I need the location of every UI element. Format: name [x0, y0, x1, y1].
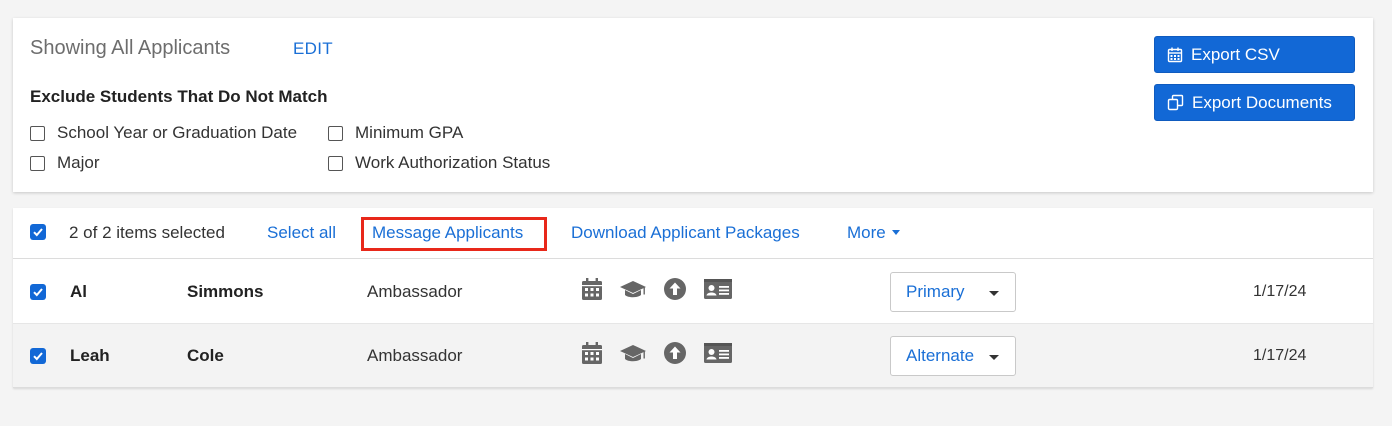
calendar-icon[interactable] [581, 277, 603, 301]
last-name: Cole [187, 346, 224, 365]
school-year-label: School Year or Graduation Date [57, 123, 298, 142]
bulk-action-bar: 2 of 2 items selected Select all Message… [13, 208, 1373, 259]
caret-down-icon [989, 355, 999, 360]
checkmark-icon [33, 228, 43, 237]
upload-circle-icon[interactable] [663, 341, 687, 365]
applicant-role: Ambassador [367, 346, 463, 365]
table-row: Al Simmons Ambassador Primary 1/17/24 [13, 260, 1373, 324]
export-documents-button[interactable]: Export Documents [1154, 84, 1355, 121]
id-card-icon[interactable] [703, 342, 733, 364]
more-menu[interactable]: More [847, 223, 900, 243]
applicant-info-icons [581, 277, 749, 301]
upload-circle-icon[interactable] [663, 277, 687, 301]
select-all-checkbox[interactable] [30, 224, 46, 240]
status-dropdown[interactable]: Alternate [890, 336, 1016, 376]
download-packages-link[interactable]: Download Applicant Packages [571, 223, 800, 243]
major-checkbox[interactable] [30, 155, 45, 171]
table-row: Leah Cole Ambassador Alternate 1/17/24 [13, 324, 1373, 388]
export-csv-button[interactable]: Export CSV [1154, 36, 1355, 73]
first-name: Leah [70, 346, 110, 365]
copy-documents-icon [1167, 94, 1184, 111]
school-year-checkbox[interactable] [30, 125, 45, 141]
application-date: 1/17/24 [1253, 347, 1307, 364]
filter-option-minimum-gpa[interactable]: Minimum GPA [328, 123, 463, 143]
row-checkbox[interactable] [30, 284, 46, 300]
minimum-gpa-checkbox[interactable] [328, 125, 343, 141]
work-authorization-label: Work Authorization Status [355, 153, 551, 172]
export-documents-label: Export Documents [1192, 92, 1332, 112]
filter-option-school-year[interactable]: School Year or Graduation Date [30, 123, 297, 143]
more-label: More [847, 223, 886, 242]
filter-panel: Showing All Applicants EDIT Exclude Stud… [13, 18, 1373, 192]
filter-title: Showing All Applicants [30, 37, 231, 59]
first-name: Al [70, 282, 87, 301]
caret-down-icon [989, 291, 999, 296]
status-label: Primary [906, 282, 965, 301]
work-authorization-checkbox[interactable] [328, 155, 343, 171]
minimum-gpa-label: Minimum GPA [355, 123, 464, 142]
last-name: Simmons [187, 282, 264, 301]
filter-option-major[interactable]: Major [30, 153, 100, 173]
export-csv-label: Export CSV [1191, 44, 1280, 64]
applicant-role: Ambassador [367, 282, 463, 301]
checkmark-icon [33, 288, 43, 297]
major-label: Major [57, 153, 100, 172]
applicants-table: 2 of 2 items selected Select all Message… [13, 208, 1373, 388]
graduation-cap-icon[interactable] [619, 343, 647, 363]
edit-filter-link[interactable]: EDIT [293, 39, 333, 59]
graduation-cap-icon[interactable] [619, 279, 647, 299]
status-dropdown[interactable]: Primary [890, 272, 1016, 312]
applicant-info-icons [581, 341, 749, 365]
message-applicants-link[interactable]: Message Applicants [372, 223, 523, 243]
checkmark-icon [33, 352, 43, 361]
status-label: Alternate [906, 346, 975, 365]
id-card-icon[interactable] [703, 278, 733, 300]
application-date: 1/17/24 [1253, 283, 1307, 300]
exclude-heading: Exclude Students That Do Not Match [30, 87, 328, 106]
calendar-icon [1167, 47, 1183, 62]
filter-option-work-authorization[interactable]: Work Authorization Status [328, 153, 550, 173]
chevron-down-icon [891, 230, 900, 236]
select-all-link[interactable]: Select all [267, 223, 336, 243]
row-checkbox[interactable] [30, 348, 46, 364]
selection-count: 2 of 2 items selected [69, 223, 225, 242]
calendar-icon[interactable] [581, 341, 603, 365]
